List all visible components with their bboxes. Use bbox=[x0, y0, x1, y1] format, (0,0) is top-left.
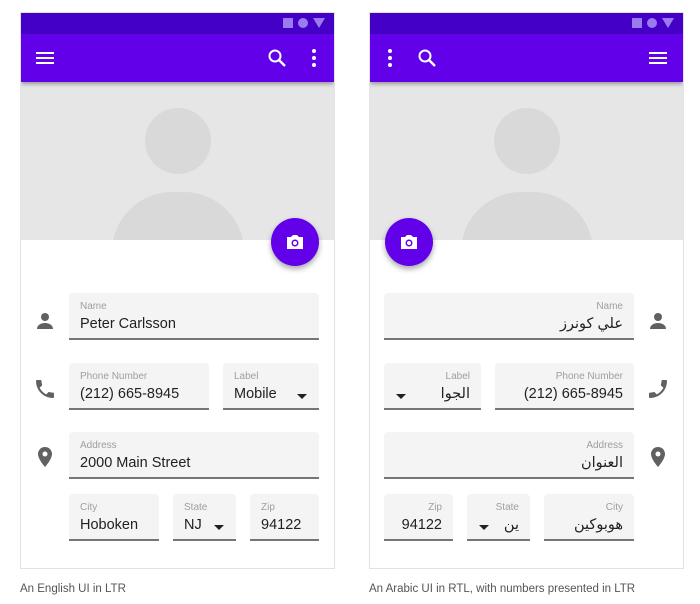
city-field[interactable]: City هوبوكين bbox=[544, 494, 634, 541]
camera-button[interactable] bbox=[385, 218, 433, 266]
phone-label-dropdown[interactable]: Label الجوا bbox=[384, 363, 481, 410]
search-icon[interactable] bbox=[265, 46, 289, 70]
zip-field[interactable]: Zip 94122 bbox=[250, 494, 319, 541]
status-bar bbox=[21, 13, 334, 34]
home-icon bbox=[298, 18, 308, 28]
avatar-body bbox=[460, 192, 593, 240]
location-pin-icon bbox=[38, 447, 52, 467]
name-field[interactable]: Name علي كونرز bbox=[384, 293, 634, 340]
address-value: العنوان bbox=[581, 455, 623, 471]
dropdown-arrow-icon bbox=[297, 394, 307, 399]
person-icon bbox=[37, 313, 53, 329]
phone-label-value: Mobile bbox=[234, 386, 277, 402]
app-bar bbox=[21, 34, 334, 82]
phone-icon bbox=[36, 380, 54, 398]
app-bar bbox=[370, 34, 683, 82]
phone-number-label: Phone Number bbox=[80, 371, 148, 382]
zip-value: 94122 bbox=[261, 517, 302, 533]
avatar-head bbox=[493, 108, 560, 174]
dropdown-arrow-icon bbox=[479, 525, 489, 530]
phone-number-field[interactable]: Phone Number (212) 665-8945 bbox=[69, 363, 209, 410]
city-field[interactable]: City Hoboken bbox=[69, 494, 159, 541]
home-icon bbox=[647, 18, 657, 28]
city-label: City bbox=[605, 502, 623, 513]
phone-label-label: Label bbox=[234, 371, 259, 382]
city-value: Hoboken bbox=[80, 517, 139, 533]
zip-label: Zip bbox=[261, 502, 275, 513]
ltr-phone-screen: Name Peter Carlsson Phone Number (212) 6… bbox=[20, 12, 335, 569]
contact-photo-placeholder bbox=[370, 82, 683, 240]
location-pin-icon bbox=[651, 447, 665, 467]
state-label: State bbox=[495, 502, 519, 513]
phone-number-value: (212) 665-8945 bbox=[523, 386, 623, 402]
address-label: Address bbox=[80, 440, 117, 451]
avatar-head bbox=[144, 108, 211, 174]
avatar-body bbox=[111, 192, 244, 240]
camera-icon bbox=[287, 235, 303, 249]
rtl-caption: An Arabic UI in RTL, with numbers presen… bbox=[369, 583, 636, 595]
state-value: ين bbox=[503, 517, 519, 533]
menu-icon[interactable] bbox=[646, 46, 670, 70]
city-label: City bbox=[80, 502, 98, 513]
phone-icon bbox=[649, 380, 667, 398]
address-field[interactable]: Address العنوان bbox=[384, 432, 634, 479]
rtl-phone-screen: Name علي كونرز Label الجوا Phone Number … bbox=[369, 12, 684, 569]
state-value: NJ bbox=[184, 517, 202, 533]
camera-button[interactable] bbox=[271, 218, 319, 266]
phone-label-dropdown[interactable]: Label Mobile bbox=[223, 363, 319, 410]
dropdown-arrow-icon bbox=[396, 394, 406, 399]
city-value: هوبوكين bbox=[574, 517, 623, 533]
name-value: Peter Carlsson bbox=[80, 316, 176, 332]
phone-label-label: Label bbox=[445, 371, 470, 382]
state-dropdown[interactable]: State ين bbox=[467, 494, 530, 541]
phone-label-value: الجوا bbox=[440, 386, 470, 402]
contact-photo-placeholder bbox=[21, 82, 334, 240]
more-vert-icon[interactable] bbox=[378, 46, 402, 70]
state-dropdown[interactable]: State NJ bbox=[173, 494, 236, 541]
back-icon bbox=[313, 18, 325, 28]
person-icon bbox=[650, 313, 666, 329]
menu-icon[interactable] bbox=[33, 46, 57, 70]
recents-icon bbox=[632, 18, 642, 28]
zip-field[interactable]: Zip 94122 bbox=[384, 494, 453, 541]
status-bar bbox=[370, 13, 683, 34]
zip-label: Zip bbox=[428, 502, 442, 513]
state-label: State bbox=[184, 502, 208, 513]
name-label: Name bbox=[80, 301, 107, 312]
camera-icon bbox=[401, 235, 417, 249]
phone-number-label: Phone Number bbox=[555, 371, 623, 382]
name-field[interactable]: Name Peter Carlsson bbox=[69, 293, 319, 340]
back-icon bbox=[662, 18, 674, 28]
search-icon[interactable] bbox=[415, 46, 439, 70]
zip-value: 94122 bbox=[401, 517, 442, 533]
phone-number-value: (212) 665-8945 bbox=[80, 386, 180, 402]
address-field[interactable]: Address 2000 Main Street bbox=[69, 432, 319, 479]
phone-number-field[interactable]: Phone Number (212) 665-8945 bbox=[495, 363, 634, 410]
name-label: Name bbox=[596, 301, 623, 312]
recents-icon bbox=[283, 18, 293, 28]
ltr-caption: An English UI in LTR bbox=[20, 583, 126, 595]
more-vert-icon[interactable] bbox=[302, 46, 326, 70]
name-value: علي كونرز bbox=[560, 316, 623, 332]
address-value: 2000 Main Street bbox=[80, 455, 191, 471]
address-label: Address bbox=[586, 440, 623, 451]
dropdown-arrow-icon bbox=[214, 525, 224, 530]
